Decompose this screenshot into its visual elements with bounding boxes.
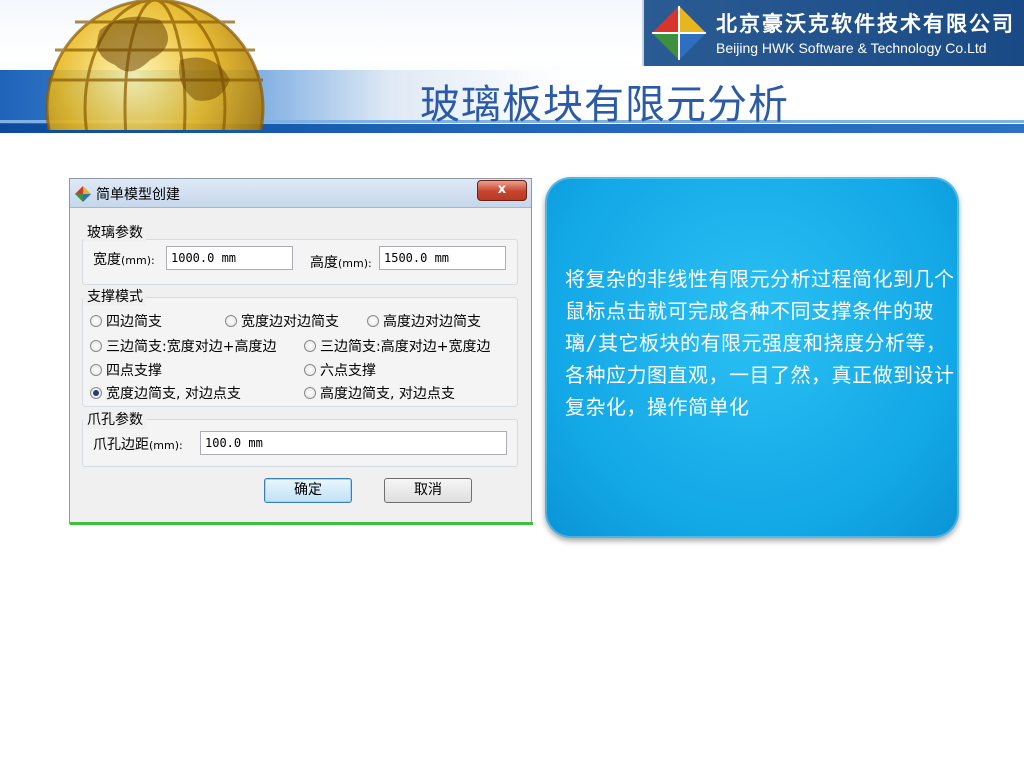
- radio-three-side-width[interactable]: 三边简支:宽度对边+高度边: [90, 336, 276, 356]
- app-logo-icon: [75, 186, 91, 202]
- radio-four-point[interactable]: 四点支撑: [90, 360, 162, 380]
- radio-six-point[interactable]: 六点支撑: [304, 360, 376, 380]
- height-label: 高度(mm):: [310, 255, 372, 271]
- dialog-title: 简单模型创建: [96, 187, 180, 203]
- company-name-cn: 北京豪沃克软件技术有限公司: [716, 12, 1015, 36]
- cancel-button[interactable]: 取消: [384, 478, 472, 503]
- company-logo-box: 北京豪沃克软件技术有限公司 Beijing HWK Software & Tec…: [642, 0, 1024, 66]
- ok-button[interactable]: 确定: [264, 478, 352, 503]
- radio-height-edge-point[interactable]: 高度边简支, 对边点支: [304, 383, 455, 403]
- width-input[interactable]: [166, 246, 293, 270]
- radio-circle: [90, 340, 102, 352]
- radio-circle: [367, 315, 379, 327]
- height-input[interactable]: [379, 246, 506, 270]
- radio-circle: [304, 364, 316, 376]
- company-logo-icon: [652, 6, 706, 60]
- radio-circle: [90, 364, 102, 376]
- radio-height-edge-simple[interactable]: 高度边对边简支: [367, 311, 481, 331]
- page-title: 玻璃板块有限元分析: [420, 82, 789, 128]
- radio-circle: [90, 315, 102, 327]
- company-name-en: Beijing HWK Software & Technology Co.Ltd: [716, 40, 987, 56]
- info-card: 将复杂的非线性有限元分析过程简化到几个鼠标点击就可完成各种不同支撑条件的玻璃/其…: [545, 177, 959, 538]
- radio-three-side-height[interactable]: 三边简支:高度对边+宽度边: [304, 336, 490, 356]
- close-button[interactable]: x: [477, 180, 527, 201]
- dialog-titlebar[interactable]: 简单模型创建 x: [70, 179, 531, 208]
- radio-four-side-simple[interactable]: 四边简支: [90, 311, 162, 331]
- radio-circle: [304, 387, 316, 399]
- info-text: 将复杂的非线性有限元分析过程简化到几个鼠标点击就可完成各种不同支撑条件的玻璃/其…: [565, 267, 955, 419]
- width-label: 宽度(mm):: [93, 252, 155, 268]
- simple-model-dialog: 简单模型创建 x 玻璃参数 宽度(mm): 高度(mm): 支撑模式 四边简支 …: [69, 178, 533, 525]
- claw-edge-label: 爪孔边距(mm):: [93, 437, 183, 453]
- radio-circle: [225, 315, 237, 327]
- radio-circle: [304, 340, 316, 352]
- radio-width-edge-point[interactable]: 宽度边简支, 对边点支: [90, 383, 241, 403]
- claw-edge-input[interactable]: [200, 431, 507, 455]
- radio-width-edge-simple[interactable]: 宽度边对边简支: [225, 311, 339, 331]
- glass-params-label: 玻璃参数: [84, 222, 146, 242]
- support-mode-label: 支撑模式: [84, 286, 146, 306]
- globe-icon: [45, 0, 265, 130]
- radio-circle-checked: [90, 387, 102, 399]
- claw-params-label: 爪孔参数: [84, 409, 146, 429]
- header-banner: 北京豪沃克软件技术有限公司 Beijing HWK Software & Tec…: [0, 0, 1024, 133]
- dialog-bottom-edge: [70, 522, 533, 525]
